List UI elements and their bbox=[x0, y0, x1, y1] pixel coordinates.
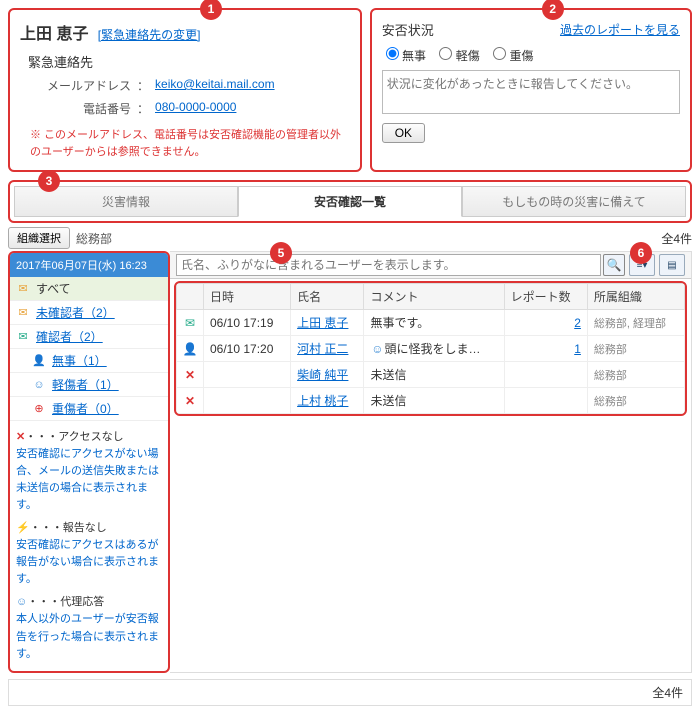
mail-check-icon: ✉ bbox=[16, 330, 30, 344]
callout-badge-5: 5 bbox=[270, 242, 292, 264]
cell-reports-link[interactable]: 2 bbox=[574, 316, 581, 330]
content-area: 5 6 🔍 ≡▾ ▤ 日時 氏名 コメント レポート数 所属組織 bbox=[170, 251, 692, 673]
cell-comment: 未送信 bbox=[364, 362, 504, 388]
cell-comment: 無事です。 bbox=[364, 310, 504, 336]
cell-comment: ☺頭に怪我をしま… bbox=[364, 336, 504, 362]
sidebar: 2017年06月07日(水) 16:23 ✉ すべて ✉ 未確認者（2） ✉ 確… bbox=[8, 251, 170, 673]
table-row[interactable]: ✕ 上村 桃子 未送信 総務部 bbox=[177, 388, 685, 414]
sidebar-item-confirmed[interactable]: ✉ 確認者（2） bbox=[10, 325, 168, 349]
cell-name-link[interactable]: 上村 桃子 bbox=[297, 394, 348, 408]
mail-icon: ✉ bbox=[16, 306, 30, 320]
status-panel: 2 安否状況 過去のレポートを見る 無事 軽傷 重傷 OK bbox=[370, 8, 692, 172]
results-table: 日時 氏名 コメント レポート数 所属組織 ✉ 06/10 17:19 上田 恵子 無… bbox=[176, 283, 685, 414]
col-comment[interactable]: コメント bbox=[364, 284, 504, 310]
status-radio-group: 無事 軽傷 重傷 bbox=[386, 47, 680, 64]
radio-serious[interactable]: 重傷 bbox=[493, 49, 533, 63]
sidebar-timestamp: 2017年06月07日(水) 16:23 bbox=[10, 253, 168, 277]
table-row[interactable]: ✕ 柴崎 純平 未送信 総務部 bbox=[177, 362, 685, 388]
sidebar-item-minor[interactable]: ☺ 軽傷者（1） bbox=[10, 373, 168, 397]
cell-reports-link[interactable]: 1 bbox=[574, 342, 581, 356]
detail-icon: ▤ bbox=[667, 260, 676, 271]
phone-label: 電話番号 bbox=[36, 100, 131, 117]
callout-badge-1: 1 bbox=[200, 0, 222, 20]
cell-datetime bbox=[204, 388, 291, 414]
table-row[interactable]: 👤 06/10 17:20 河村 正二 ☺頭に怪我をしま… 1 総務部 bbox=[177, 336, 685, 362]
radio-safe[interactable]: 無事 bbox=[386, 49, 426, 63]
detail-toggle-button[interactable]: ▤ bbox=[659, 254, 685, 276]
cell-datetime bbox=[204, 362, 291, 388]
cell-name-link[interactable]: 河村 正二 bbox=[297, 342, 348, 356]
sidebar-item-safe[interactable]: 👤 無事（1） bbox=[10, 349, 168, 373]
sidebar-item-all[interactable]: ✉ すべて bbox=[10, 277, 168, 301]
x-icon: ✕ bbox=[16, 431, 25, 443]
user-name: 上田 恵子 bbox=[20, 20, 88, 44]
serious-injury-icon: ⊕ bbox=[32, 402, 46, 416]
cell-comment: 未送信 bbox=[364, 388, 504, 414]
email-value[interactable]: keiko@keitai.mail.com bbox=[155, 77, 275, 94]
search-input[interactable] bbox=[176, 254, 601, 276]
person-icon: 👤 bbox=[183, 342, 197, 356]
total-count-bottom: 全4件 bbox=[652, 686, 683, 700]
tab-preparedness[interactable]: もしもの時の災害に備えて bbox=[462, 186, 686, 217]
callout-badge-6: 6 bbox=[630, 242, 652, 264]
change-contact-link[interactable]: [緊急連絡先の変更] bbox=[98, 28, 201, 42]
table-row[interactable]: ✉ 06/10 17:19 上田 恵子 無事です。 2 総務部, 経理部 bbox=[177, 310, 685, 336]
status-title: 安否状況 bbox=[382, 20, 434, 39]
cell-datetime: 06/10 17:20 bbox=[204, 336, 291, 362]
status-textarea[interactable] bbox=[382, 70, 680, 114]
tab-safety-list[interactable]: 安否確認一覧 bbox=[238, 186, 462, 217]
minor-injury-icon: ☺ bbox=[32, 378, 46, 392]
col-datetime[interactable]: 日時 bbox=[204, 284, 291, 310]
past-reports-link[interactable]: 過去のレポートを見る bbox=[560, 21, 680, 38]
search-icon: 🔍 bbox=[607, 258, 622, 272]
search-button[interactable]: 🔍 bbox=[603, 254, 625, 276]
sidebar-item-serious[interactable]: ⊕ 重傷者（0） bbox=[10, 397, 168, 421]
callout-badge-3: 3 bbox=[38, 170, 60, 192]
mail-check-icon: ✉ bbox=[183, 316, 197, 330]
x-icon: ✕ bbox=[183, 368, 197, 382]
col-org[interactable]: 所属組織 bbox=[587, 284, 684, 310]
tabs: 3 災害情報 安否確認一覧 もしもの時の災害に備えて bbox=[8, 180, 692, 223]
org-select-button[interactable]: 組織選択 bbox=[8, 227, 70, 249]
user-info-panel: 1 上田 恵子 [緊急連絡先の変更] 緊急連絡先 メールアドレス ： keiko… bbox=[8, 8, 362, 172]
radio-minor[interactable]: 軽傷 bbox=[439, 49, 479, 63]
legend: ✕・・・アクセスなし 安否確認にアクセスがない場合、メールの送信失敗または未送信… bbox=[10, 421, 168, 671]
privacy-note: ※ このメールアドレス、電話番号は安否確認機能の管理者以外のユーザーからは参照で… bbox=[30, 127, 348, 160]
total-count-top: 全4件 bbox=[661, 230, 692, 247]
col-name[interactable]: 氏名 bbox=[291, 284, 364, 310]
cell-datetime: 06/10 17:19 bbox=[204, 310, 291, 336]
sidebar-item-unconfirmed[interactable]: ✉ 未確認者（2） bbox=[10, 301, 168, 325]
cell-org: 総務部 bbox=[587, 362, 684, 388]
proxy-icon: ☺ bbox=[16, 596, 27, 608]
cell-org: 総務部 bbox=[587, 336, 684, 362]
cell-org: 総務部 bbox=[587, 388, 684, 414]
x-icon: ✕ bbox=[183, 394, 197, 408]
cell-name-link[interactable]: 上田 恵子 bbox=[297, 316, 348, 330]
ok-button[interactable]: OK bbox=[382, 123, 425, 143]
mail-icon: ✉ bbox=[16, 282, 30, 296]
face-icon: ☺ bbox=[370, 342, 384, 356]
callout-badge-2: 2 bbox=[542, 0, 564, 20]
phone-value[interactable]: 080-0000-0000 bbox=[155, 100, 236, 117]
org-name: 総務部 bbox=[76, 230, 112, 247]
email-label: メールアドレス bbox=[36, 77, 131, 94]
emergency-contact-heading: 緊急連絡先 bbox=[28, 52, 350, 71]
cell-org: 総務部, 経理部 bbox=[587, 310, 684, 336]
col-reports[interactable]: レポート数 bbox=[504, 284, 587, 310]
person-icon: 👤 bbox=[32, 354, 46, 368]
bolt-icon: ⚡ bbox=[16, 522, 30, 534]
cell-name-link[interactable]: 柴崎 純平 bbox=[297, 368, 348, 382]
footer-bar: 全4件 bbox=[8, 679, 692, 706]
